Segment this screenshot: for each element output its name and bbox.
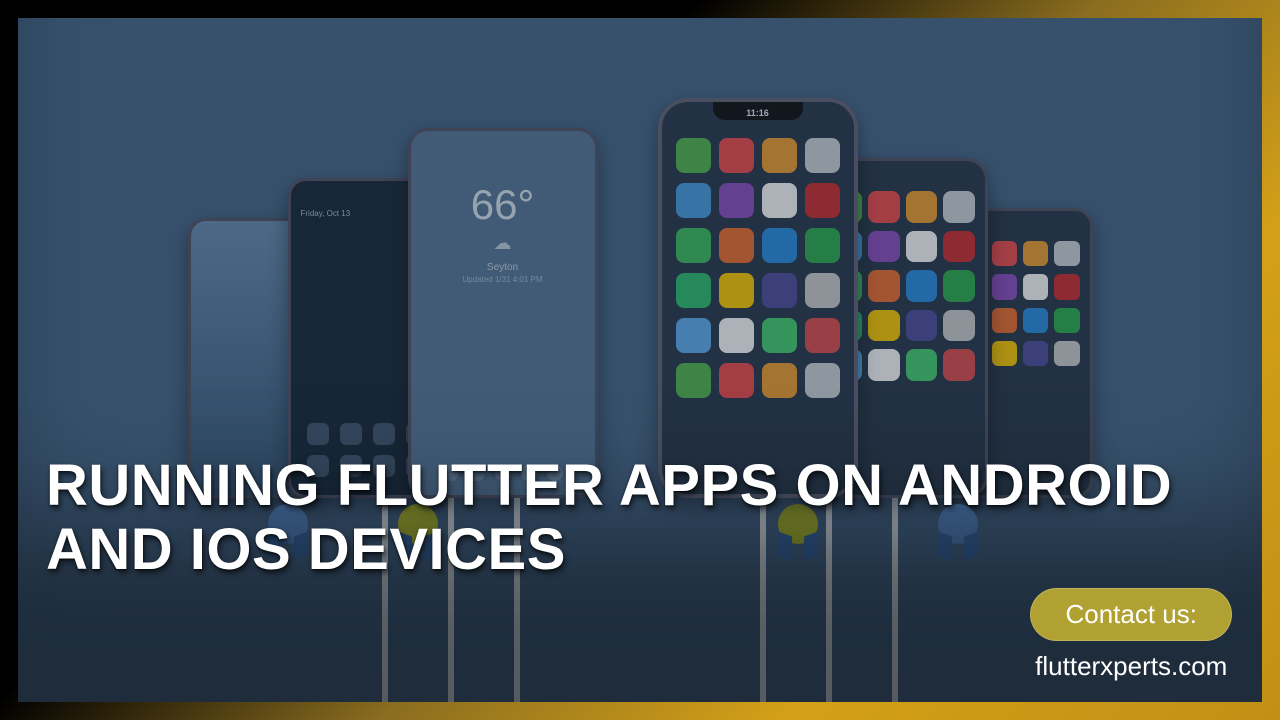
ios-app-icon	[1054, 308, 1079, 333]
ios-app-icon	[805, 228, 840, 263]
ios-app-icon	[805, 318, 840, 353]
weather-city: Seyton	[487, 262, 518, 273]
ios-app-icon	[868, 270, 900, 302]
ios-app-icon	[906, 310, 938, 342]
cta-block: Contact us: flutterxperts.com	[1030, 588, 1232, 682]
contact-us-button[interactable]: Contact us:	[1030, 588, 1232, 641]
ios-app-icon	[1054, 341, 1079, 366]
ios-app-icon	[1023, 308, 1048, 333]
ios-app-icon	[1023, 274, 1048, 299]
ios-app-icon	[676, 273, 711, 308]
ios-app-icon	[719, 138, 754, 173]
ios-app-icon	[992, 274, 1017, 299]
iphone-front: 11:16	[658, 98, 858, 498]
ios-app-icon	[719, 228, 754, 263]
ios-phone-group: 11:16	[698, 58, 1093, 498]
ios-app-icon	[762, 273, 797, 308]
hero-banner-frame: Friday, Oct 13 66° ☁︎ Seyton Updated 1/3…	[0, 0, 1280, 720]
ios-app-icon	[1023, 341, 1048, 366]
ios-app-icon	[676, 228, 711, 263]
ios-app-icon	[992, 241, 1017, 266]
ios-app-icon	[868, 231, 900, 263]
ios-app-icon	[906, 231, 938, 263]
hero-canvas: Friday, Oct 13 66° ☁︎ Seyton Updated 1/3…	[18, 18, 1262, 702]
ios-app-icon	[868, 310, 900, 342]
phones-illustration: Friday, Oct 13 66° ☁︎ Seyton Updated 1/3…	[18, 58, 1262, 498]
ios-app-icon	[762, 318, 797, 353]
ios-app-icon	[868, 191, 900, 223]
ios-app-icon	[762, 183, 797, 218]
ios-app-icon	[719, 183, 754, 218]
ios-app-icon	[943, 349, 975, 381]
ios-app-icon	[943, 231, 975, 263]
ios-app-icon	[943, 310, 975, 342]
weather-temperature: 66°	[471, 181, 535, 229]
ios-app-icon	[1054, 241, 1079, 266]
ios-app-icon	[943, 191, 975, 223]
ios-status-time: 11:16	[662, 108, 854, 118]
android-status-date: Friday, Oct 13	[301, 209, 351, 218]
ios-app-icon	[992, 341, 1017, 366]
ios-app-icon	[762, 228, 797, 263]
ios-app-icon	[805, 138, 840, 173]
ios-app-icon	[1023, 241, 1048, 266]
ios-app-icon	[906, 191, 938, 223]
ios-app-icon	[719, 363, 754, 398]
weather-cloud-icon: ☁︎	[494, 233, 512, 254]
ios-app-icon	[992, 308, 1017, 333]
ios-app-icon	[805, 183, 840, 218]
hero-headline: Running Flutter Apps on Android and iOS …	[46, 454, 1234, 582]
ios-app-icon	[676, 183, 711, 218]
android-phone-group: Friday, Oct 13 66° ☁︎ Seyton Updated 1/3…	[188, 58, 558, 498]
ios-app-icon	[906, 349, 938, 381]
ios-app-icon	[676, 138, 711, 173]
ios-app-icon	[762, 363, 797, 398]
ios-app-icon	[676, 363, 711, 398]
ios-app-icon	[906, 270, 938, 302]
ios-app-icon	[676, 318, 711, 353]
ios-app-icon	[943, 270, 975, 302]
weather-updated: Updated 1/31 4:01 PM	[462, 275, 542, 284]
ios-app-icon	[719, 273, 754, 308]
ios-app-icon	[762, 138, 797, 173]
android-phone-front: 66° ☁︎ Seyton Updated 1/31 4:01 PM	[408, 128, 598, 498]
ios-app-icon	[805, 273, 840, 308]
ios-app-icon	[868, 349, 900, 381]
website-url-text[interactable]: flutterxperts.com	[1030, 651, 1232, 682]
ios-app-icon	[719, 318, 754, 353]
ios-app-grid-large	[676, 138, 840, 398]
ios-app-icon	[805, 363, 840, 398]
ios-app-icon	[1054, 274, 1079, 299]
